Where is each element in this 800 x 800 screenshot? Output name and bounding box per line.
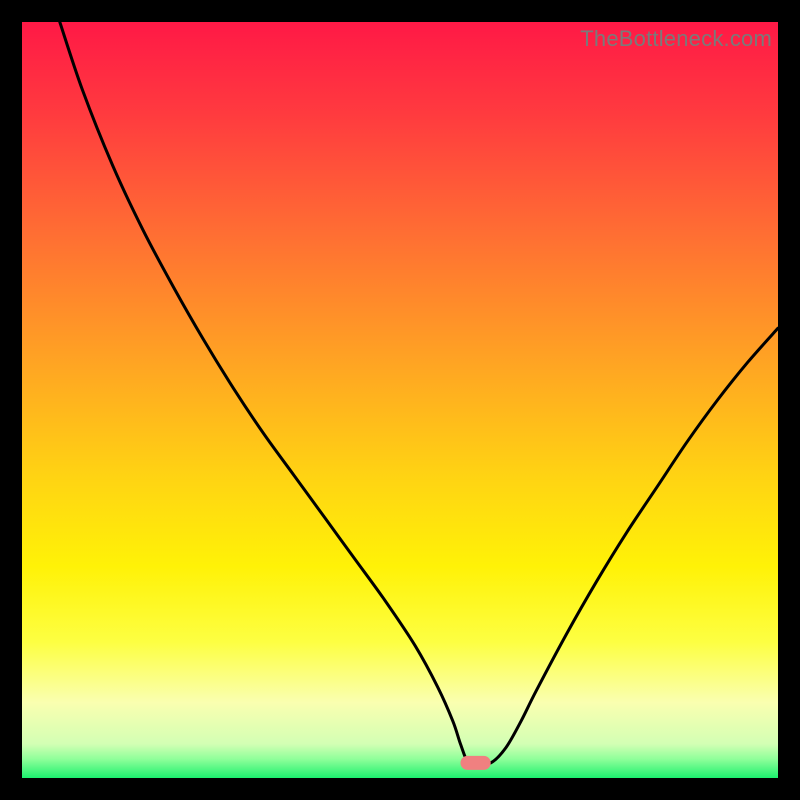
gradient-background: [22, 22, 778, 778]
bottleneck-chart: TheBottleneck.com: [22, 22, 778, 778]
chart-svg: [22, 22, 778, 778]
attribution-watermark: TheBottleneck.com: [580, 26, 772, 52]
optimal-range-marker: [460, 756, 490, 770]
